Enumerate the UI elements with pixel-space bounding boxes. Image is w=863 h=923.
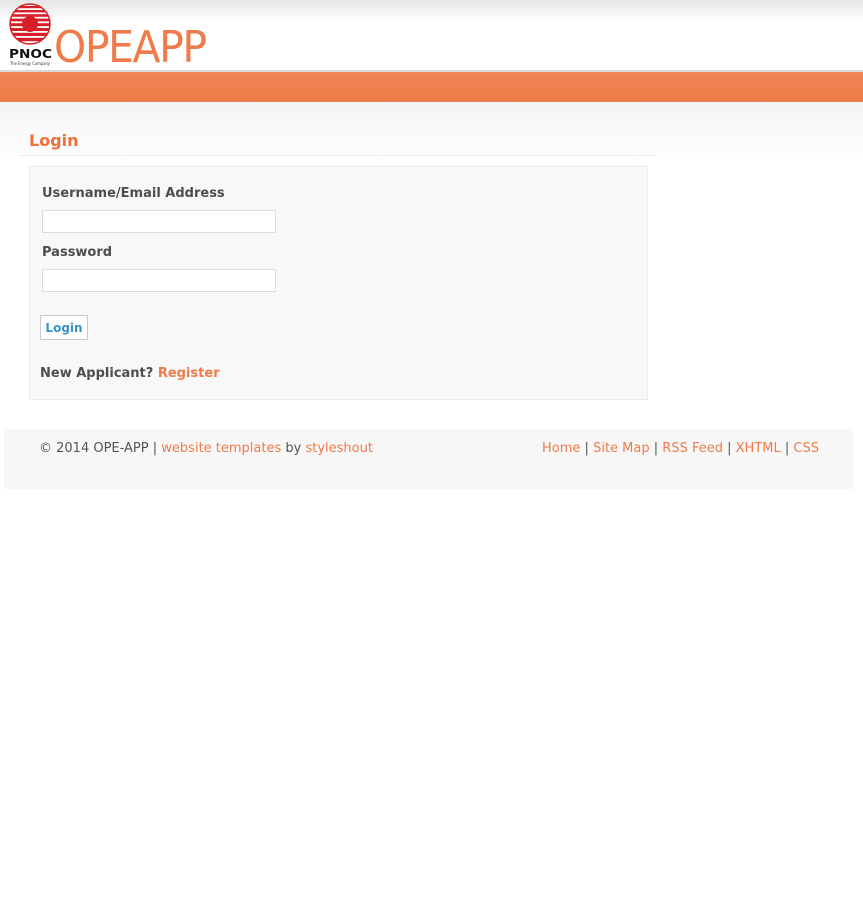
- styleshout-link[interactable]: styleshout: [305, 441, 372, 456]
- footer-links: Home | Site Map | RSS Feed | XHTML | CSS: [542, 441, 819, 456]
- website-templates-link[interactable]: website templates: [161, 441, 281, 456]
- footer-link-home[interactable]: Home: [542, 441, 580, 456]
- username-input[interactable]: [42, 210, 276, 233]
- site-footer: © 2014 OPE-APP | website templates by st…: [4, 429, 854, 489]
- password-label: Password: [42, 245, 113, 260]
- new-applicant-line: New Applicant? Register: [40, 366, 220, 381]
- svg-text:The Energy Company: The Energy Company: [9, 61, 51, 66]
- login-heading: Login: [29, 131, 79, 150]
- footer-link-rss-feed[interactable]: RSS Feed: [662, 441, 723, 456]
- site-title[interactable]: OPEAPP: [54, 26, 207, 70]
- nav-bar: [0, 72, 863, 102]
- login-form: Username/Email Address Password Login Ne…: [29, 166, 648, 400]
- footer-separator: |: [152, 441, 158, 456]
- footer-separator: |: [727, 441, 732, 456]
- register-link[interactable]: Register: [158, 366, 220, 381]
- footer-separator: |: [584, 441, 589, 456]
- svg-text:PNOC: PNOC: [9, 46, 52, 61]
- footer-credits: © 2014 OPE-APP | website templates by st…: [39, 441, 373, 456]
- content-background: [0, 102, 863, 162]
- new-applicant-text: New Applicant?: [40, 366, 154, 381]
- username-label: Username/Email Address: [42, 186, 225, 201]
- pnoc-logo[interactable]: PNOC The Energy Company: [8, 3, 53, 67]
- footer-separator: |: [784, 441, 790, 456]
- login-button[interactable]: Login: [40, 315, 88, 340]
- heading-divider: [19, 155, 656, 156]
- copyright-text: © 2014 OPE-APP: [39, 441, 149, 456]
- by-text: by: [285, 441, 302, 456]
- password-input[interactable]: [42, 269, 276, 292]
- footer-link-site-map[interactable]: Site Map: [593, 441, 650, 456]
- footer-link-css[interactable]: CSS: [793, 441, 819, 456]
- footer-link-xhtml[interactable]: XHTML: [736, 441, 781, 456]
- footer-separator: |: [653, 441, 659, 456]
- site-header: PNOC The Energy Company OPEAPP: [0, 0, 863, 72]
